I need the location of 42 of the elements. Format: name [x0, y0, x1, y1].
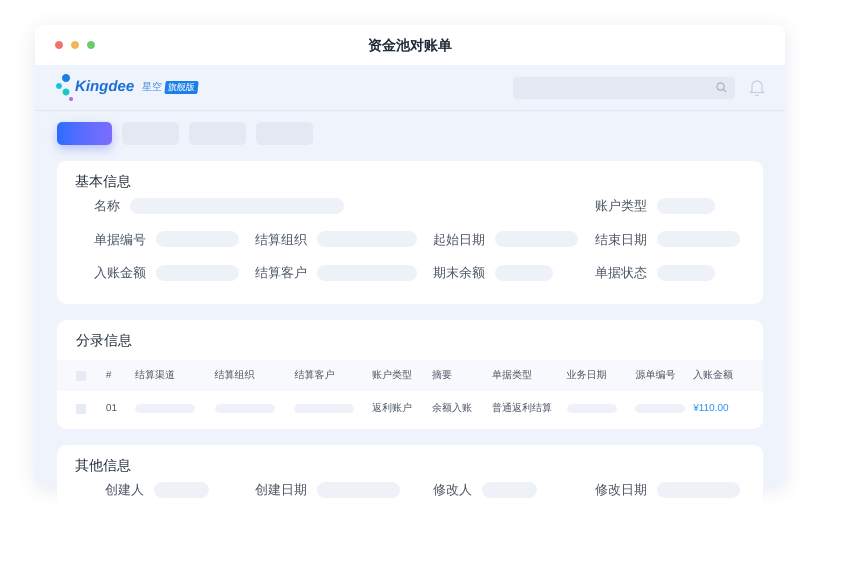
column-header: # [106, 370, 112, 381]
field-label: 创建日期 [255, 481, 307, 499]
field-label: 名称 [94, 197, 120, 215]
search-field[interactable] [513, 76, 735, 98]
column-header: 源单编号 [635, 370, 676, 381]
column-header: 结算渠道 [134, 370, 175, 381]
table-cell: 01 [106, 403, 118, 414]
field-label: 修改日期 [595, 481, 647, 499]
field-label: 修改人 [433, 481, 472, 499]
table-cell: 普通返利结算 [492, 403, 552, 414]
field-label: 单据状态 [595, 264, 647, 282]
column-header: 摘要 [432, 370, 452, 381]
brand-name: Kingdee [75, 77, 134, 98]
section-title: 基本信息 [74, 172, 132, 191]
window-title: 资金池对账单 [368, 36, 452, 54]
column-header: 结算组织 [214, 370, 255, 381]
bell-icon[interactable] [749, 79, 765, 96]
field-label: 期末余额 [433, 264, 485, 282]
product-name: 星空 [142, 80, 162, 95]
field-label: 账户类型 [595, 197, 647, 215]
section-title: 分录信息 [75, 331, 133, 350]
edition-badge: 旗舰版 [164, 81, 199, 94]
table-cell: 返利账户 [372, 403, 412, 414]
toolbar-button[interactable] [57, 122, 112, 145]
field-label: 结算组织 [255, 230, 307, 248]
logo-icon [55, 74, 73, 102]
field-label: 结束日期 [595, 230, 647, 248]
column-header: 业务日期 [566, 370, 607, 381]
field-label: 入账金额 [94, 264, 146, 282]
column-header: 入账金额 [693, 370, 734, 381]
search-icon [716, 82, 727, 93]
field-label: 单据编号 [94, 230, 146, 248]
table-cell: ¥110.00 [693, 403, 729, 414]
field-label: 结算客户 [255, 264, 307, 282]
column-header: 结算客户 [294, 370, 334, 381]
field-label: 创建人 [105, 481, 144, 499]
table-cell: 余额入账 [432, 403, 472, 414]
column-header: 单据类型 [492, 370, 532, 381]
section-title: 其他信息 [74, 456, 132, 475]
column-header: 账户类型 [372, 370, 412, 381]
checkbox[interactable] [76, 404, 86, 414]
field-label: 起始日期 [433, 230, 485, 248]
